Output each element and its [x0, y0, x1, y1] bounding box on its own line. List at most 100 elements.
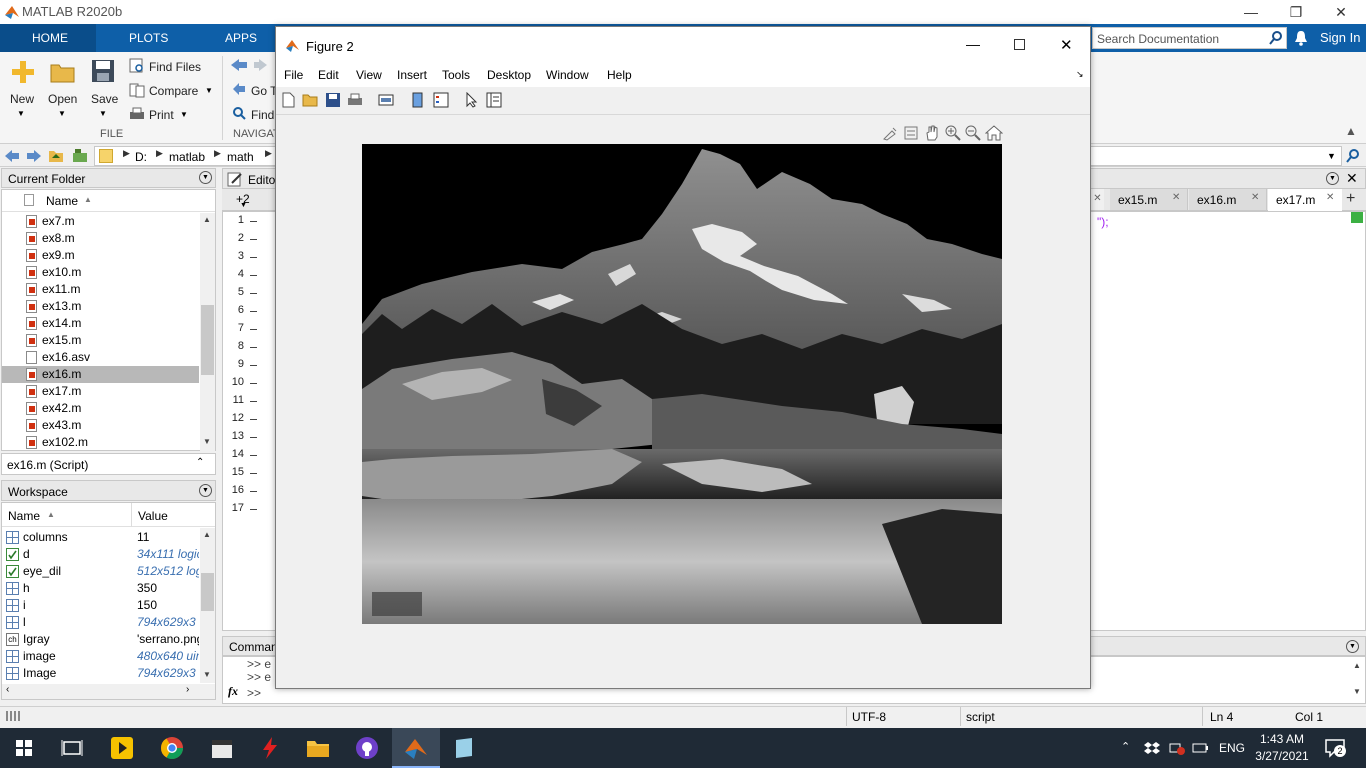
folder-file-row[interactable]: ex16.m — [2, 366, 199, 383]
breakpoint-dash[interactable] — [250, 293, 257, 294]
scroll-up-icon[interactable]: ▲ — [203, 530, 211, 539]
file-explorer-icon[interactable] — [306, 736, 330, 760]
workspace-variable-row[interactable]: image 480x640 uin — [2, 648, 199, 665]
up-folder-icon[interactable] — [48, 148, 64, 164]
edit-plot-arrow-icon[interactable] — [464, 92, 480, 108]
property-inspector-icon[interactable] — [486, 92, 502, 108]
breakpoint-dash[interactable] — [250, 239, 257, 240]
link-plot-icon[interactable] — [378, 92, 394, 108]
battery-icon[interactable] — [1192, 741, 1210, 755]
tabs-dropdown-icon[interactable]: ▼ — [240, 202, 247, 209]
scroll-down-icon[interactable]: ▼ — [1353, 687, 1361, 696]
menu-help[interactable]: Help — [607, 68, 632, 82]
brush-icon[interactable] — [882, 125, 898, 141]
folder-file-row[interactable]: ex17.m — [2, 383, 199, 400]
path-part-math[interactable]: math — [227, 150, 254, 164]
back-icon[interactable] — [4, 149, 20, 163]
dropbox-icon[interactable] — [1144, 740, 1160, 756]
folder-scrollbar[interactable]: ▲ ▼ — [200, 213, 215, 451]
breakpoint-dash[interactable] — [250, 419, 257, 420]
tab-home[interactable]: HOME — [32, 31, 68, 45]
open-file-icon[interactable] — [302, 92, 318, 108]
task-view-icon[interactable] — [60, 736, 84, 760]
clock-date[interactable]: 3/27/2021 — [1252, 749, 1312, 763]
print-dropdown-icon[interactable]: ▼ — [180, 110, 188, 119]
folder-file-row[interactable]: ex13.m — [2, 298, 199, 315]
folder-file-row[interactable]: ex11.m — [2, 281, 199, 298]
folder-file-row[interactable]: ex16.asv — [2, 349, 199, 366]
new-figure-icon[interactable] — [280, 92, 296, 108]
save-dropdown-icon[interactable]: ▼ — [99, 109, 107, 118]
workspace-variable-row[interactable]: i 150 — [2, 597, 199, 614]
folder-file-row[interactable]: ex15.m — [2, 332, 199, 349]
figure-close-button[interactable]: ✕ — [1060, 36, 1073, 54]
breakpoint-dash[interactable] — [250, 347, 257, 348]
collapse-ribbon-icon[interactable]: ▲ — [1345, 124, 1357, 138]
path-search-icon[interactable] — [1345, 148, 1361, 164]
folder-file-row[interactable]: ex102.m — [2, 434, 199, 451]
datatip-icon[interactable] — [903, 125, 919, 141]
back-arrow-icon[interactable] — [230, 58, 248, 72]
breakpoint-dash[interactable] — [250, 437, 257, 438]
menu-window[interactable]: Window — [546, 68, 589, 82]
save-button[interactable]: Save — [91, 92, 118, 106]
path-part-matlab[interactable]: matlab — [169, 150, 205, 164]
folder-file-row[interactable]: ex8.m — [2, 230, 199, 247]
tab-apps[interactable]: APPS — [225, 31, 257, 45]
menu-view[interactable]: View — [356, 68, 382, 82]
scroll-down-icon[interactable]: ▼ — [203, 670, 211, 679]
insert-legend-icon[interactable] — [433, 92, 449, 108]
fx-function-browser-icon[interactable]: fx — [228, 684, 238, 699]
find-files-button[interactable]: Find Files — [149, 60, 201, 74]
breakpoint-dash[interactable] — [250, 221, 257, 222]
minimize-button[interactable]: — — [1228, 0, 1274, 24]
tab-plots[interactable]: PLOTS — [129, 31, 168, 45]
github-desktop-icon[interactable] — [355, 736, 379, 760]
pan-hand-icon[interactable] — [924, 125, 940, 141]
tab-close-icon[interactable]: ✕ — [1326, 192, 1334, 203]
workspace-variable-row[interactable]: columns 11 — [2, 529, 199, 546]
path-field-extension[interactable]: ▼ — [1090, 146, 1342, 166]
scroll-up-icon[interactable]: ▲ — [203, 215, 211, 224]
folder-scroll-thumb[interactable] — [201, 305, 214, 375]
scroll-right-icon[interactable]: › — [186, 684, 189, 695]
scroll-down-icon[interactable]: ▼ — [203, 437, 211, 446]
ws-horizontal-scrollbar[interactable]: ‹ › — [2, 684, 215, 699]
grayscale-landscape-image[interactable] — [362, 144, 1002, 624]
folder-file-row[interactable]: ex7.m — [2, 213, 199, 230]
dock-figure-icon[interactable]: ↘ — [1076, 69, 1084, 80]
compare-dropdown-icon[interactable]: ▼ — [205, 86, 213, 95]
find-button[interactable]: Find — [251, 108, 274, 122]
windows-start-icon[interactable] — [12, 736, 36, 760]
workspace-variable-row[interactable]: ch Igray 'serrano.png — [2, 631, 199, 648]
new-dropdown-icon[interactable]: ▼ — [17, 109, 25, 118]
folder-column-header[interactable]: Name ▲ — [2, 190, 215, 212]
breakpoint-dash[interactable] — [250, 329, 257, 330]
compare-button[interactable]: Compare — [149, 84, 198, 98]
breakpoint-dash[interactable] — [250, 311, 257, 312]
editor-close-icon[interactable]: ✕ — [1346, 170, 1358, 187]
network-disconnected-icon[interactable] — [1168, 740, 1186, 756]
menu-desktop[interactable]: Desktop — [487, 68, 531, 82]
language-indicator[interactable]: ENG — [1219, 741, 1245, 755]
breakpoint-dash[interactable] — [250, 509, 257, 510]
breakpoint-dash[interactable] — [250, 257, 257, 258]
flash-app-icon[interactable] — [258, 736, 282, 760]
close-button[interactable]: ✕ — [1318, 0, 1364, 24]
workspace-variable-row[interactable]: eye_dil 512x512 logi — [2, 563, 199, 580]
folder-file-row[interactable]: ex10.m — [2, 264, 199, 281]
path-part-drive[interactable]: D: — [135, 150, 147, 164]
folder-file-row[interactable]: ex43.m — [2, 417, 199, 434]
figure-maximize-button[interactable] — [1014, 39, 1025, 50]
folder-file-row[interactable]: ex14.m — [2, 315, 199, 332]
figure-minimize-button[interactable]: — — [966, 36, 980, 52]
print-figure-icon[interactable] — [347, 92, 363, 108]
breakpoint-dash[interactable] — [250, 491, 257, 492]
tray-chevron-up-icon[interactable]: ⌃ — [1121, 740, 1130, 753]
tab-close-icon[interactable]: ✕ — [1172, 192, 1180, 203]
scroll-up-icon[interactable]: ▲ — [1353, 661, 1361, 670]
tab-ex15[interactable]: ex15.m ✕ — [1110, 189, 1188, 210]
restore-button[interactable]: ❐ — [1273, 0, 1319, 24]
command-options-icon[interactable]: ▼ — [1346, 640, 1359, 653]
breakpoint-dash[interactable] — [250, 455, 257, 456]
